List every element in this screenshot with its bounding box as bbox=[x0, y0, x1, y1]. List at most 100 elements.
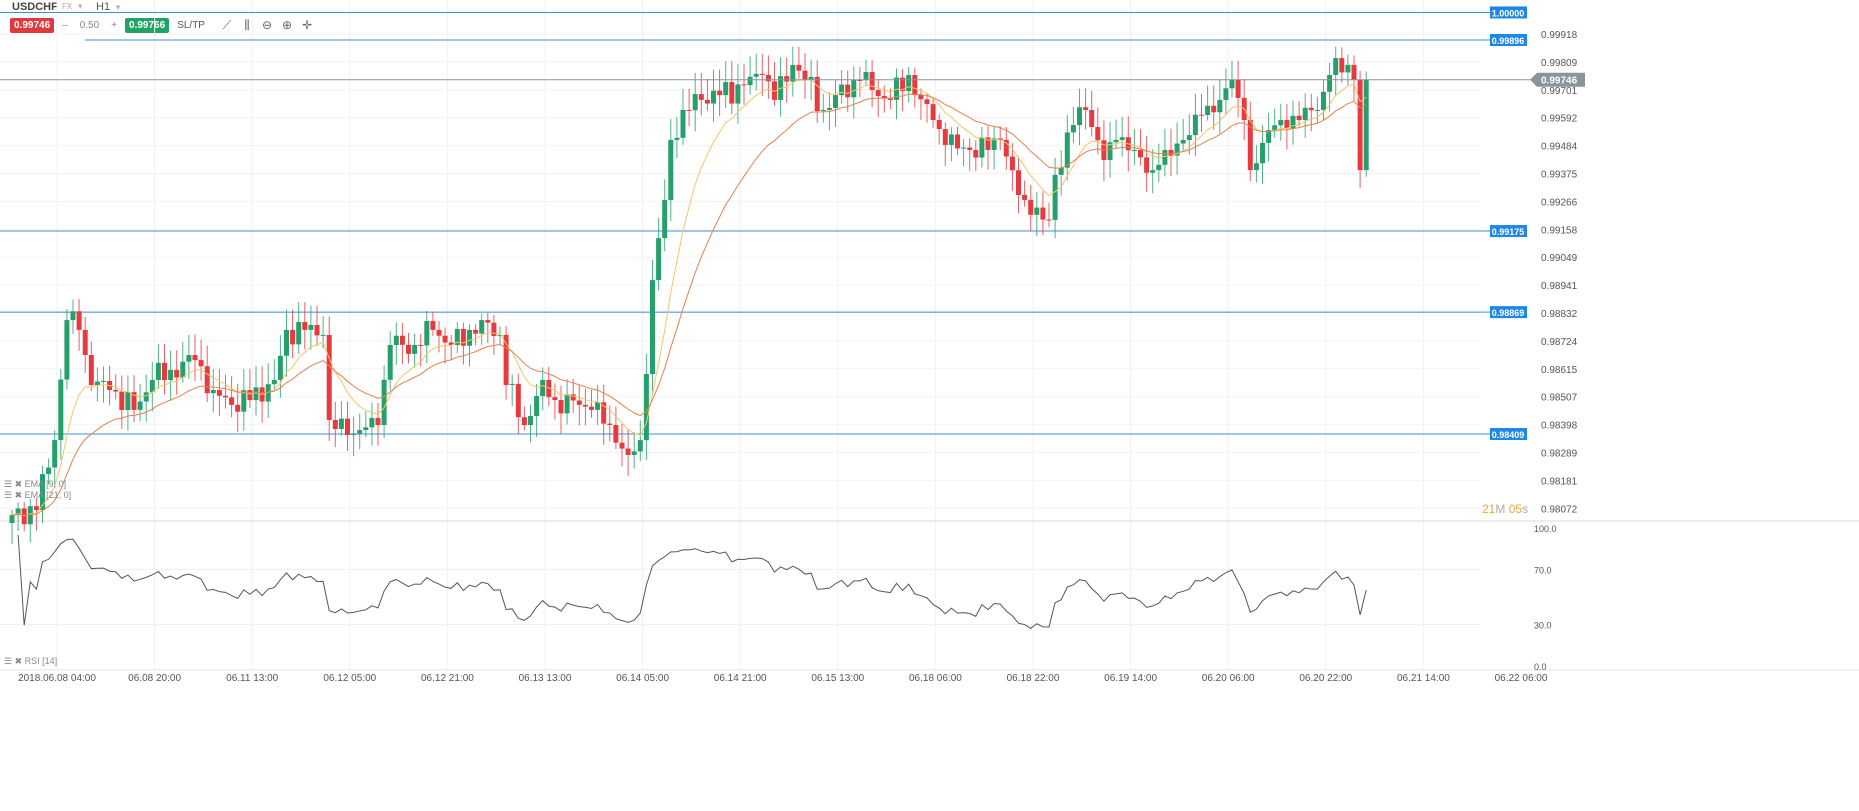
candle-bearish bbox=[765, 74, 771, 82]
candle-bullish bbox=[296, 321, 302, 345]
candle-bullish bbox=[284, 329, 289, 356]
candle-bullish bbox=[631, 451, 637, 455]
candle-bearish bbox=[503, 334, 509, 385]
candle-bearish bbox=[1296, 115, 1302, 121]
candle-bearish bbox=[1138, 149, 1143, 158]
candle-bearish bbox=[1083, 107, 1089, 110]
candle-bullish bbox=[253, 387, 259, 401]
candle-bullish bbox=[1345, 64, 1351, 73]
candle-bearish bbox=[491, 322, 497, 336]
candle-countdown: 21M 05s bbox=[1482, 502, 1528, 516]
current-price-label: 0.99746 bbox=[1541, 76, 1578, 87]
ema-fast-line bbox=[11, 78, 1367, 517]
ema2-label: EMA [21, 0] bbox=[24, 490, 72, 500]
candle-bearish bbox=[936, 120, 942, 130]
candle-bearish bbox=[686, 109, 692, 111]
time-tick-label: 06.18 06:00 bbox=[909, 673, 962, 684]
price-tick-label: 0.98181 bbox=[1541, 476, 1578, 487]
candle-bullish bbox=[412, 344, 418, 354]
candle-bullish bbox=[509, 383, 515, 385]
candle-bullish bbox=[1077, 107, 1082, 126]
candle-bullish bbox=[1192, 114, 1198, 136]
candle-bearish bbox=[88, 354, 94, 385]
candle-bullish bbox=[277, 355, 283, 380]
time-tick-label: 2018.06.08 04:00 bbox=[18, 673, 96, 684]
candle-bullish bbox=[1113, 139, 1119, 143]
candle-bullish bbox=[1180, 140, 1186, 144]
candle-bearish bbox=[802, 70, 808, 81]
price-tick-label: 0.99701 bbox=[1541, 86, 1578, 97]
candle-bearish bbox=[521, 417, 527, 426]
candle-bullish bbox=[820, 109, 826, 112]
rsi-tick-label: 100.0 bbox=[1534, 524, 1557, 534]
candle-bearish bbox=[302, 321, 308, 330]
candle-bearish bbox=[1022, 195, 1028, 200]
candle-bullish bbox=[1052, 174, 1058, 220]
rsi-tick-label: 70.0 bbox=[1534, 565, 1552, 575]
candle-bullish bbox=[351, 433, 357, 436]
candle-bearish bbox=[345, 418, 350, 436]
price-tick-label: 0.98941 bbox=[1541, 281, 1578, 292]
time-tick-label: 06.14 05:00 bbox=[616, 673, 669, 684]
candle-bullish bbox=[1333, 58, 1339, 75]
price-level-label: 0.98869 bbox=[1492, 308, 1525, 318]
candle-bullish bbox=[58, 379, 64, 441]
ema1-legend[interactable]: ☰ ✖ EMA [9, 0] bbox=[4, 479, 66, 490]
candle-bearish bbox=[1308, 107, 1314, 111]
candle-bullish bbox=[564, 394, 570, 414]
candle-bullish bbox=[424, 320, 430, 346]
candle-bullish bbox=[387, 344, 393, 380]
candle-bearish bbox=[729, 82, 735, 104]
candle-bullish bbox=[1058, 167, 1064, 175]
candle-bearish bbox=[930, 104, 936, 121]
candle-bullish bbox=[320, 334, 326, 336]
time-tick-label: 06.20 22:00 bbox=[1299, 673, 1352, 684]
candle-bearish bbox=[869, 72, 875, 91]
price-chart[interactable]: 0.99918 0.99809 0.99701 0.99592 0.99484 0.993… bbox=[0, 0, 1859, 811]
candle-bearish bbox=[625, 448, 631, 455]
candle-bullish bbox=[101, 381, 106, 383]
rsi-legend[interactable]: ☰ ✖ RSI [14] bbox=[4, 656, 57, 667]
candle-bullish bbox=[1119, 137, 1125, 140]
time-tick-label: 06.12 21:00 bbox=[421, 673, 474, 684]
price-tick-label: 0.98398 bbox=[1541, 421, 1578, 432]
candle-bullish bbox=[1253, 163, 1259, 171]
candle-bullish bbox=[137, 401, 143, 410]
candle-bearish bbox=[1357, 80, 1363, 171]
candle-bullish bbox=[357, 430, 363, 434]
candle-bullish bbox=[753, 73, 759, 77]
candle-bullish bbox=[747, 76, 753, 86]
candle-bearish bbox=[759, 73, 765, 75]
candle-bullish bbox=[711, 90, 716, 104]
time-tick-label: 06.14 21:00 bbox=[714, 673, 767, 684]
candle-bullish bbox=[1223, 88, 1229, 100]
candle-bullish bbox=[826, 107, 832, 110]
candle-bearish bbox=[589, 406, 594, 410]
candle-bullish bbox=[1205, 105, 1211, 115]
candle-bullish bbox=[1156, 164, 1162, 171]
candle-bearish bbox=[436, 329, 442, 336]
candle-bearish bbox=[1199, 114, 1204, 116]
countdown-minutes: 21 bbox=[1482, 502, 1496, 516]
candle-bullish bbox=[479, 320, 485, 334]
candle-bullish bbox=[674, 137, 680, 140]
candle-bullish bbox=[1314, 109, 1320, 111]
price-tick-label: 0.98072 bbox=[1541, 504, 1578, 515]
rsi-tick-label: 0.0 bbox=[1534, 662, 1547, 672]
candle-bearish bbox=[418, 344, 424, 346]
candle-bullish bbox=[180, 361, 186, 378]
candle-bearish bbox=[576, 400, 582, 405]
candle-bullish bbox=[393, 335, 399, 345]
candle-bearish bbox=[704, 99, 710, 104]
candle-bullish bbox=[1070, 125, 1076, 133]
candle-bullish bbox=[1150, 170, 1156, 173]
ema2-legend[interactable]: ☰ ✖ EMA [21, 0] bbox=[4, 490, 71, 501]
candle-bullish bbox=[381, 379, 387, 426]
candle-bullish bbox=[1217, 99, 1223, 113]
candle-bearish bbox=[1028, 199, 1034, 215]
price-tick-label: 0.98289 bbox=[1541, 449, 1578, 460]
rsi-line bbox=[17, 534, 1367, 629]
candle-bullish bbox=[662, 200, 668, 239]
candle-bullish bbox=[1186, 135, 1192, 141]
candle-bullish bbox=[680, 109, 686, 138]
